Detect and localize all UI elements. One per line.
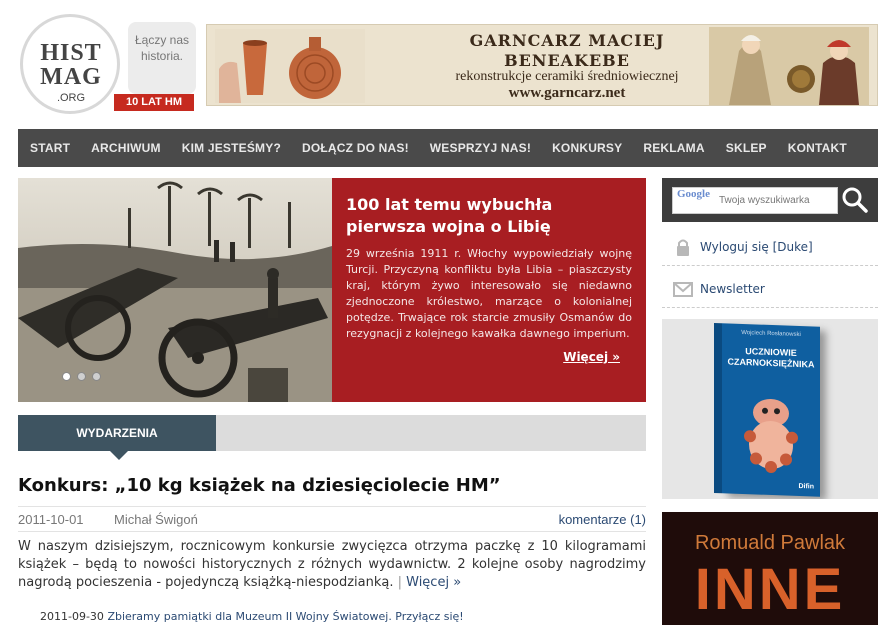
featured-excerpt: 29 września 1911 r. Włochy wypowiedziały… xyxy=(346,247,632,340)
main-nav: START ARCHIWUM KIM JESTEŚMY? DOŁĄCZ DO N… xyxy=(18,129,878,167)
logo-tagline: Łączy nas historia. xyxy=(128,22,196,94)
article-more-link[interactable]: Więcej » xyxy=(406,575,461,590)
nav-item-kontakt[interactable]: KONTAKT xyxy=(788,141,847,155)
news-link[interactable]: Zbieramy pamiątki dla Muzeum II Wojny Św… xyxy=(107,610,463,623)
book-title: UCZNIOWIE CZARNOKSIĘŻNIKA xyxy=(727,346,815,370)
nav-item-konkursy[interactable]: KONKURSY xyxy=(552,141,622,155)
featured-photo[interactable] xyxy=(18,178,332,402)
lock-icon xyxy=(677,239,689,256)
article-title[interactable]: Konkurs: „10 kg książek na dziesięciolec… xyxy=(18,475,501,496)
page: HIST MAG .ORG Łączy nas historia. 10 LAT… xyxy=(0,0,896,625)
logout-label: Wyloguj się [Duke] xyxy=(700,240,813,254)
ad-title: INNE xyxy=(694,557,846,622)
featured-text-panel: 100 lat temu wybuchła pierwsza wojna o L… xyxy=(332,178,646,402)
nav-item-sklep[interactable]: SKLEP xyxy=(726,141,767,155)
banner-url: www.garncarz.net xyxy=(508,85,626,101)
inne-book-ad[interactable]: Romuald Pawlak INNE xyxy=(662,512,878,625)
envelope-icon xyxy=(673,282,693,297)
nav-item-start[interactable]: START xyxy=(30,141,70,155)
newsletter-link[interactable]: Newsletter xyxy=(662,270,878,308)
featured-more-link[interactable]: Więcej » xyxy=(563,350,620,364)
article-author: Michał Świgoń xyxy=(114,512,198,527)
nav-item-archiwum[interactable]: ARCHIWUM xyxy=(91,141,161,155)
article-excerpt: W naszym dzisiejszym, rocznicowym konkur… xyxy=(18,539,646,590)
book-cover: Wojciech Rosłanowski UCZNIOWIE CZARNOKSI… xyxy=(714,323,820,497)
banner-title-line2: BENEAKEBE xyxy=(504,51,630,70)
slider-dot-3[interactable] xyxy=(92,372,101,381)
newsletter-label: Newsletter xyxy=(700,282,765,296)
nav-item-kim-jestesmy[interactable]: KIM JESTEŚMY? xyxy=(182,141,281,155)
article-meta: 2011-10-01 Michał Świgoń komentarze (1) xyxy=(18,506,646,532)
search-box: Google Twoja wyszukiwarka xyxy=(662,178,878,222)
slider-dots xyxy=(62,372,101,381)
google-logo: Google xyxy=(677,188,710,200)
book-publisher: Difin xyxy=(798,482,814,491)
header-banner-ad[interactable]: GARNCARZ MACIEJ BENEAKEBE rekonstrukcje … xyxy=(206,24,878,106)
anniversary-badge: 10 LAT HM xyxy=(114,94,194,111)
artillery-photo xyxy=(18,178,332,402)
logout-link[interactable]: Wyloguj się [Duke] xyxy=(662,228,878,266)
pottery-image xyxy=(215,29,365,103)
news-date: 2011-09-30 xyxy=(40,610,104,623)
search-icon[interactable] xyxy=(840,186,870,214)
article-comments-link[interactable]: komentarze (1) xyxy=(559,507,646,533)
ad-author: Romuald Pawlak xyxy=(694,532,846,554)
banner-title-line1: GARNCARZ MACIEJ xyxy=(469,31,665,50)
content-tabs: WYDARZENIA xyxy=(18,415,646,460)
search-input[interactable]: Google Twoja wyszukiwarka xyxy=(672,187,838,214)
slider-dot-1[interactable] xyxy=(62,372,71,381)
tab-active-indicator xyxy=(110,451,128,460)
book-spine xyxy=(714,323,722,494)
article-date: 2011-10-01 xyxy=(18,512,84,527)
site-logo[interactable]: HIST MAG .ORG Łączy nas historia. 10 LAT… xyxy=(18,14,200,114)
featured-slider: 100 lat temu wybuchła pierwsza wojna o L… xyxy=(18,178,646,402)
featured-title[interactable]: 100 lat temu wybuchła pierwsza wojna o L… xyxy=(346,194,632,238)
logo-text-hist: HIST xyxy=(40,40,102,66)
medieval-illustration xyxy=(709,27,869,105)
banner-subtitle: rekonstrukcje ceramiki średniowiecznej xyxy=(455,69,679,84)
news-list-item: 2011-09-30 Zbieramy pamiątki dla Muzeum … xyxy=(40,610,464,623)
article-body: W naszym dzisiejszym, rocznicowym konkur… xyxy=(18,538,646,592)
logo-text-mag: MAG xyxy=(40,64,102,90)
book-author: Wojciech Rosłanowski xyxy=(741,329,801,339)
tab-wydarzenia[interactable]: WYDARZENIA xyxy=(18,415,216,451)
slider-dot-2[interactable] xyxy=(77,372,86,381)
article-separator: | xyxy=(393,575,407,590)
book-illustration xyxy=(744,398,798,474)
logo-text-org: .ORG xyxy=(56,92,86,104)
nav-item-dolacz[interactable]: DOŁĄCZ DO NAS! xyxy=(302,141,409,155)
book-ad[interactable]: Wojciech Rosłanowski UCZNIOWIE CZARNOKSI… xyxy=(662,319,878,499)
nav-item-reklama[interactable]: REKLAMA xyxy=(643,141,704,155)
nav-item-wesprzyj[interactable]: WESPRZYJ NAS! xyxy=(430,141,531,155)
search-placeholder: Twoja wyszukiwarka xyxy=(719,195,810,206)
